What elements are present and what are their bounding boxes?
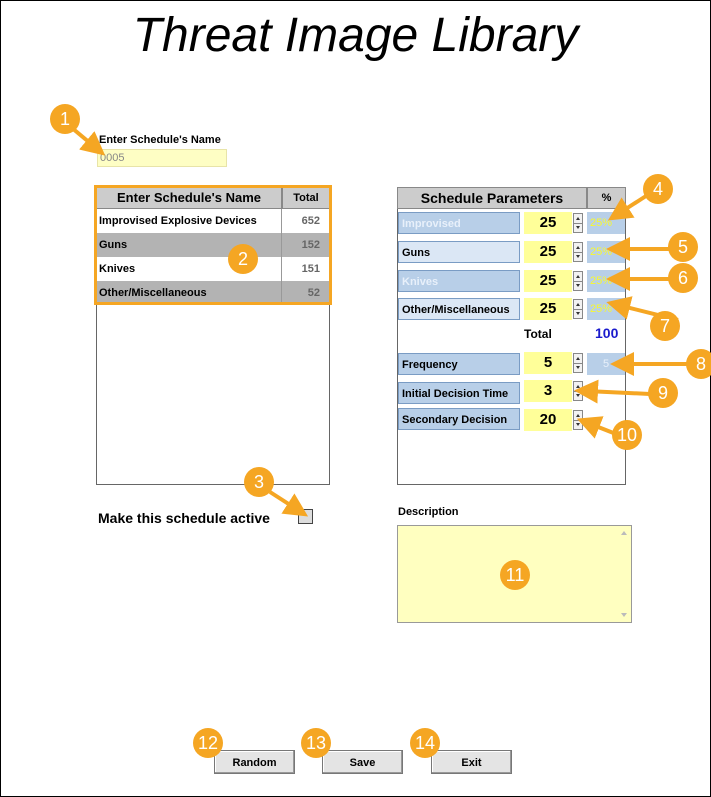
param-label-knives: Knives	[398, 270, 520, 292]
list-item[interactable]: Improvised Explosive Devices 652	[96, 209, 330, 233]
params-header-name: Schedule Parameters	[397, 187, 587, 209]
params-header: Schedule Parameters %	[397, 187, 626, 209]
callout-badge-10: 10	[612, 420, 642, 450]
frequency-display: 5	[587, 353, 625, 375]
schedule-name-label: Enter Schedule's Name	[99, 134, 221, 146]
list-item[interactable]: Other/Miscellaneous 52	[96, 281, 330, 305]
callout-badge-5: 5	[668, 232, 698, 262]
description-label: Description	[398, 506, 459, 518]
callout-badge-8: 8	[686, 349, 711, 379]
list-item-name: Improvised Explosive Devices	[96, 209, 282, 233]
callout-badge-2: 2	[228, 244, 258, 274]
spinner-knives[interactable]	[573, 271, 583, 291]
frequency-label: Frequency	[398, 353, 520, 375]
list-item[interactable]: Guns 152	[96, 233, 330, 257]
param-value-guns[interactable]: 25	[524, 241, 572, 263]
param-pct-guns: 25%	[587, 241, 625, 263]
schedule-name-input[interactable]: 0005	[97, 149, 227, 167]
page-title: Threat Image Library	[132, 9, 579, 62]
save-button[interactable]: Save	[322, 750, 403, 774]
param-label-guns: Guns	[398, 241, 520, 263]
spinner-other[interactable]	[573, 299, 583, 319]
param-value-knives[interactable]: 25	[524, 270, 572, 292]
callout-badge-11: 11	[500, 560, 530, 590]
spinner-guns[interactable]	[573, 242, 583, 262]
initial-decision-value[interactable]: 3	[524, 380, 572, 402]
secondary-decision-value[interactable]: 20	[524, 409, 572, 431]
params-header-pct: %	[587, 187, 626, 209]
callout-badge-7: 7	[650, 311, 680, 341]
callout-badge-4: 4	[643, 174, 673, 204]
active-label: Make this schedule active	[98, 510, 270, 526]
list-item-total: 52	[307, 287, 320, 299]
list-item-total: 652	[301, 215, 320, 227]
schedule-list: Enter Schedule's Name Total Improvised E…	[96, 187, 330, 305]
total-label: Total	[524, 327, 552, 341]
callout-badge-12: 12	[193, 728, 223, 758]
callout-badge-9: 9	[648, 378, 678, 408]
spinner-secondary-decision[interactable]	[573, 410, 583, 430]
active-checkbox[interactable]	[298, 509, 313, 524]
callout-badge-14: 14	[410, 728, 440, 758]
param-pct-improvised: 25%	[587, 212, 625, 234]
spinner-frequency[interactable]	[573, 353, 583, 373]
param-pct-other: 25%	[587, 298, 625, 320]
list-header-total: Total	[282, 187, 330, 209]
list-header: Enter Schedule's Name Total	[96, 187, 330, 209]
exit-button[interactable]: Exit	[431, 750, 512, 774]
scroll-up-icon[interactable]	[621, 531, 627, 535]
param-pct-knives: 25%	[587, 270, 625, 292]
callout-badge-6: 6	[668, 263, 698, 293]
random-button[interactable]: Random	[214, 750, 295, 774]
list-item-total: 152	[301, 239, 320, 251]
spinner-initial-decision[interactable]	[573, 381, 583, 401]
callout-badge-3: 3	[244, 467, 274, 497]
list-item-total: 151	[301, 263, 320, 275]
param-value-improvised[interactable]: 25	[524, 212, 572, 234]
secondary-decision-label: Secondary Decision	[398, 408, 520, 430]
param-label-other: Other/Miscellaneous	[398, 298, 520, 320]
list-item[interactable]: Knives 151	[96, 257, 330, 281]
callout-badge-13: 13	[301, 728, 331, 758]
total-value: 100	[595, 325, 619, 341]
frequency-value[interactable]: 5	[524, 352, 572, 374]
scroll-down-icon[interactable]	[621, 613, 627, 617]
param-value-other[interactable]: 25	[524, 298, 572, 320]
callout-badge-1: 1	[50, 104, 80, 134]
list-header-name: Enter Schedule's Name	[96, 187, 282, 209]
spinner-improvised[interactable]	[573, 213, 583, 233]
list-item-name: Other/Miscellaneous	[96, 281, 282, 305]
initial-decision-label: Initial Decision Time	[398, 382, 520, 404]
description-scrollbar[interactable]	[619, 528, 629, 620]
param-label-improvised: Improvised	[398, 212, 520, 234]
